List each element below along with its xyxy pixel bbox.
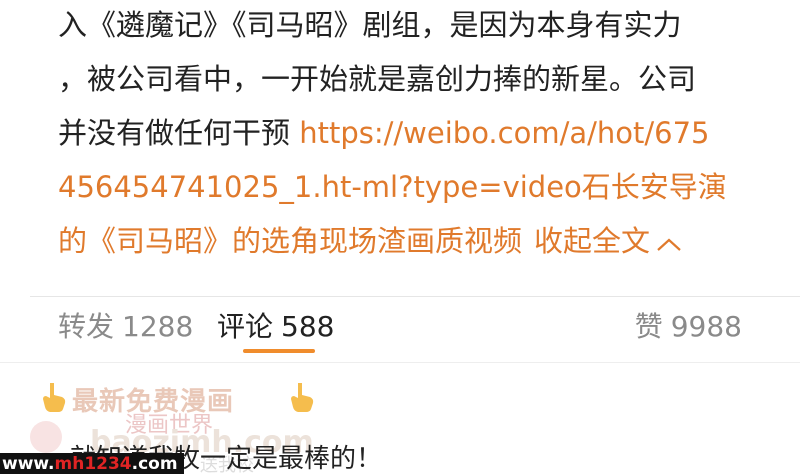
comment-tab[interactable]: 评论 588 (217, 309, 334, 345)
post-text-line-5: 的《司马昭》的选角现场渣画质视频 收起全文 (58, 214, 788, 268)
chevron-up-icon (656, 216, 682, 268)
like-label: 赞 (634, 310, 663, 343)
comment-label: 评论 (217, 310, 274, 343)
repost-tab[interactable]: 转发 1288 (58, 309, 193, 345)
pointing-hand-icon (38, 381, 68, 413)
site-badge-brand: mh1234 (54, 454, 132, 474)
site-badge-suffix: .com (131, 454, 178, 474)
action-bar: 转发 1288 评论 588 赞 9988 (0, 297, 800, 359)
like-tab[interactable]: 赞 9988 (635, 309, 742, 345)
post-text-segment: 并没有做任何干预 (58, 116, 300, 150)
post-text-line-4: 456454741025_1.ht-ml?type=video石长安导演 (58, 160, 788, 214)
video-link-part-3[interactable]: 的《司马昭》的选角现场渣画质视频 (58, 224, 522, 258)
repost-count: 1288 (122, 310, 194, 343)
active-tab-indicator (243, 349, 315, 353)
pointing-hand-icon (286, 381, 316, 413)
collapse-label: 收起全文 (534, 224, 651, 258)
post-text-line-1: 入《遴魔记》《司马昭》剧组，是因为本身有实力 (58, 8, 682, 42)
repost-label: 转发 (58, 310, 115, 343)
site-badge: www.mh1234.com (0, 453, 184, 474)
comment-count: 588 (281, 310, 335, 343)
collapse-button[interactable]: 收起全文 (522, 224, 682, 258)
like-count: 9988 (670, 310, 742, 343)
comment-section: 最新免费漫画 漫画世界 baozimh.com 送我校 就知道我牧一定是最棒的！… (0, 362, 800, 474)
watermark-logo (30, 421, 62, 453)
post-body: 入《遴魔记》《司马昭》剧组，是因为本身有实力 ，被公司看中，一开始就是嘉创力捧的… (58, 0, 788, 268)
post-text-line-3: 并没有做任何干预 https://weibo.com/a/hot/675 (58, 106, 788, 160)
video-link-part-1[interactable]: https://weibo.com/a/hot/675 (299, 116, 709, 150)
video-link-part-2[interactable]: 456454741025_1.ht-ml?type=video石长安导演 (58, 170, 727, 204)
site-badge-prefix: www. (2, 454, 55, 474)
post-text-line-2: ，被公司看中，一开始就是嘉创力捧的新星。公司 (58, 62, 697, 96)
